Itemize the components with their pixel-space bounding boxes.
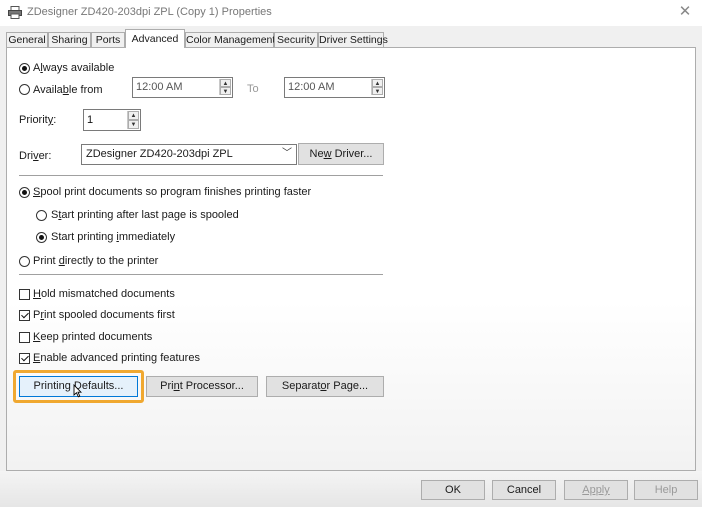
apply-button[interactable]: Apply bbox=[564, 480, 628, 500]
available-from-radio[interactable] bbox=[19, 84, 30, 95]
driver-label: Driver: bbox=[19, 150, 52, 162]
start-immediately-label: Start printing immediately bbox=[51, 231, 176, 243]
mouse-cursor-icon bbox=[73, 384, 82, 398]
start-immediately-radio[interactable] bbox=[36, 232, 47, 243]
print-directly-radio[interactable] bbox=[19, 256, 30, 267]
driver-value: ZDesigner ZD420-203dpi ZPL bbox=[86, 148, 233, 160]
keep-printed-checkbox[interactable] bbox=[19, 332, 30, 343]
tab-color-management[interactable]: Color Management bbox=[185, 32, 276, 47]
enable-advanced-checkbox[interactable] bbox=[19, 353, 30, 364]
tab-ports[interactable]: Ports bbox=[91, 32, 125, 47]
spin-up-icon[interactable]: ▲ bbox=[128, 111, 139, 120]
from-time-value: 12:00 AM bbox=[136, 81, 183, 93]
spin-down-icon[interactable]: ▼ bbox=[372, 87, 383, 95]
start-after-last-page-label: Start printing after last page is spoole… bbox=[51, 209, 239, 221]
title-bar: ZDesigner ZD420-203dpi ZPL (Copy 1) Prop… bbox=[0, 0, 702, 26]
new-driver-button[interactable]: New Driver... bbox=[298, 143, 384, 165]
to-time-value: 12:00 AM bbox=[288, 81, 335, 93]
cancel-button[interactable]: Cancel bbox=[492, 480, 556, 500]
spool-label: Spool print documents so program finishe… bbox=[33, 186, 312, 198]
spool-radio[interactable] bbox=[19, 187, 30, 198]
close-icon: ✕ bbox=[678, 3, 692, 20]
tab-security[interactable]: Security bbox=[274, 32, 318, 47]
spin-down-icon[interactable]: ▼ bbox=[128, 120, 139, 129]
tab-label: Sharing bbox=[51, 34, 88, 46]
hold-mismatched-checkbox[interactable] bbox=[19, 289, 30, 300]
to-time-field[interactable]: 12:00 AM ▲ ▼ bbox=[284, 77, 385, 98]
chevron-down-icon: ﹀ bbox=[282, 148, 292, 159]
close-button[interactable]: ✕ bbox=[668, 0, 702, 26]
window-title: ZDesigner ZD420-203dpi ZPL (Copy 1) Prop… bbox=[27, 6, 272, 18]
tab-general[interactable]: General bbox=[6, 32, 48, 47]
separator bbox=[19, 175, 383, 176]
tab-driver-settings[interactable]: Driver Settings bbox=[318, 32, 388, 47]
available-from-label: Available from bbox=[33, 84, 103, 96]
tab-label: Security bbox=[277, 34, 315, 46]
tab-label: Driver Settings bbox=[319, 34, 388, 46]
tab-label: General bbox=[8, 34, 46, 46]
always-available-radio[interactable] bbox=[19, 63, 30, 74]
enable-advanced-label: Enable advanced printing features bbox=[33, 352, 200, 364]
separator bbox=[19, 274, 383, 275]
priority-field[interactable]: 1 ▲ ▼ bbox=[83, 109, 141, 131]
spin-up-icon[interactable]: ▲ bbox=[220, 79, 231, 87]
printer-icon bbox=[8, 6, 22, 19]
priority-label: Priority: bbox=[19, 114, 57, 126]
start-after-last-page-radio[interactable] bbox=[36, 210, 47, 221]
tab-sharing[interactable]: Sharing bbox=[48, 32, 91, 47]
tab-advanced[interactable]: Advanced bbox=[125, 29, 185, 48]
tab-label: Ports bbox=[95, 34, 121, 46]
keep-printed-label: Keep printed documents bbox=[33, 331, 153, 343]
spin-up-icon[interactable]: ▲ bbox=[372, 79, 383, 87]
from-time-spinner[interactable]: ▲ ▼ bbox=[219, 79, 231, 95]
tab-label: Advanced bbox=[131, 33, 179, 45]
tab-label: Color Management bbox=[186, 34, 276, 46]
ok-button[interactable]: OK bbox=[421, 480, 485, 500]
hold-mismatched-label: Hold mismatched documents bbox=[33, 288, 175, 300]
always-available-label: Always available bbox=[33, 62, 115, 74]
driver-select[interactable]: ZDesigner ZD420-203dpi ZPL ﹀ bbox=[81, 144, 297, 165]
spin-down-icon[interactable]: ▼ bbox=[220, 87, 231, 95]
priority-value: 1 bbox=[87, 114, 94, 126]
print-spooled-first-checkbox[interactable] bbox=[19, 310, 30, 321]
print-processor-button[interactable]: Print Processor... bbox=[146, 376, 258, 397]
separator-page-button[interactable]: Separator Page... bbox=[266, 376, 384, 397]
priority-spinner[interactable]: ▲ ▼ bbox=[127, 111, 139, 129]
print-directly-label: Print directly to the printer bbox=[33, 255, 159, 267]
to-label: To bbox=[247, 83, 259, 95]
from-time-field[interactable]: 12:00 AM ▲ ▼ bbox=[132, 77, 233, 98]
to-time-spinner[interactable]: ▲ ▼ bbox=[371, 79, 383, 95]
print-spooled-first-label: Print spooled documents first bbox=[33, 309, 175, 321]
help-button[interactable]: Help bbox=[634, 480, 698, 500]
